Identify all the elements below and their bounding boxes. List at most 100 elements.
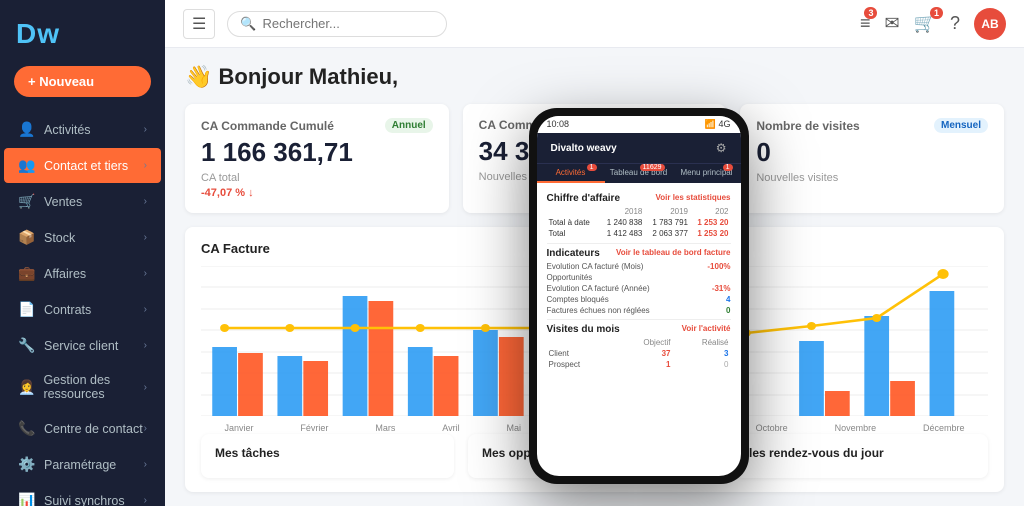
card-sub: Nouvelles visites [756,172,988,184]
x-label: Avril [442,423,459,433]
card-value: 0 [756,137,988,168]
logo-d: D [16,18,37,49]
sidebar-item-suivi-synchros[interactable]: 📊 Suivi synchros › [4,483,161,506]
sidebar-item-label: Stock [44,231,75,245]
sidebar-item-left: 👩‍💼 Gestion des ressources [18,373,144,401]
sidebar-item-contact-et-tiers[interactable]: 👥 Contact et tiers › [4,148,161,183]
sidebar-item-left: 📦 Stock [18,229,75,246]
phone-signal: 📶 4G [705,119,731,130]
phone-overlay: 10:08 📶 4G Divalto weavy ⚙ 1 Activités [529,108,749,484]
chevron-right-icon: › [144,196,147,207]
x-label: Janvier [224,423,253,433]
phone-indicators-title: Indicateurs Voir le tableau de bord fact… [547,248,731,259]
card-value: 1 166 361,71 [201,137,433,168]
card-title: Nombre de visites [756,119,859,133]
sidebar-item-stock[interactable]: 📦 Stock › [4,220,161,255]
sidebar-logo: Dw [0,0,165,60]
help-icon: ? [950,13,960,33]
sidebar-icon: 👥 [18,157,36,174]
sidebar-icon: 👤 [18,121,36,138]
sidebar-item-ventes[interactable]: 🛒 Ventes › [4,184,161,219]
card-title: CA Commande Cumulé [201,119,334,133]
chevron-right-icon: › [144,232,147,243]
sidebar-item-affaires[interactable]: 💼 Affaires › [4,256,161,291]
cart-icon-wrap[interactable]: 🛒 1 [914,13,936,34]
sidebar-item-gestion-des-ressources[interactable]: 👩‍💼 Gestion des ressources › [4,364,161,410]
sidebar-item-label: Ventes [44,195,82,209]
sidebar-item-left: 🔧 Service client [18,337,118,354]
sidebar-item-label: Centre de contact [44,422,143,436]
summary-card-0: CA Commande Cumulé Annuel 1 166 361,71 C… [185,104,449,213]
sidebar-item-service-client[interactable]: 🔧 Service client › [4,328,161,363]
phone-app-header: Divalto weavy ⚙ [537,133,741,163]
card-header: Nombre de visites Mensuel [756,118,988,133]
indicator-row: Comptes bloqués 4 [547,294,731,305]
sidebar-item-label: Contrats [44,303,91,317]
x-label: Mai [507,423,522,433]
phone-visits-link[interactable]: Voir l'activité [682,324,731,335]
header: ☰ 🔍 ≡ 3 ✉ 🛒 1 ? AB [165,0,1024,48]
indicator-row: Opportunités [547,272,731,283]
mail-icon: ✉ [884,13,899,33]
cart-badge: 1 [930,7,943,19]
list-icon-wrap[interactable]: ≡ 3 [860,13,871,34]
chevron-right-icon: › [144,304,147,315]
sidebar-item-left: 👤 Activités [18,121,91,138]
phone-tab-activites[interactable]: 1 Activités [537,164,605,183]
phone-content: Chiffre d'affaire Voir les statistiques … [537,183,741,376]
chevron-right-icon: › [144,160,147,171]
chevron-right-icon: › [144,340,147,351]
phone-settings-icon[interactable]: ⚙ [716,141,727,155]
sidebar-item-left: 📞 Centre de contact [18,420,143,437]
sidebar-item-activités[interactable]: 👤 Activités › [4,112,161,147]
card-badge: Annuel [385,118,433,133]
user-avatar[interactable]: AB [974,8,1006,40]
sidebar-icon: 📄 [18,301,36,318]
phone-status-bar: 10:08 📶 4G [537,116,741,133]
phone-indicators-link[interactable]: Voir le tableau de bord facture [616,248,731,259]
table-row: Total 1 412 483 2 063 377 1 253 20 [547,228,731,239]
card-trend: -47,07 % ↓ [201,187,433,199]
sidebar-item-left: 👥 Contact et tiers [18,157,128,174]
x-label: Novembre [835,423,877,433]
sidebar-icon: 🔧 [18,337,36,354]
sidebar-item-left: 📄 Contrats [18,301,91,318]
tasks-title: Mes tâches [215,446,440,460]
sidebar-item-contrats[interactable]: 📄 Contrats › [4,292,161,327]
header-icons: ≡ 3 ✉ 🛒 1 ? AB [860,8,1006,40]
sidebar-item-centre-de-contact[interactable]: 📞 Centre de contact › [4,411,161,446]
chevron-right-icon: › [144,495,147,506]
sidebar-icon: 📞 [18,420,36,437]
help-icon-wrap[interactable]: ? [950,13,960,34]
chevron-right-icon: › [144,423,147,434]
search-input[interactable] [263,16,423,31]
new-button[interactable]: + Nouveau [14,66,151,97]
table-row: Prospect 1 0 [547,359,731,370]
indicator-row: Evolution CA facturé (Mois) -100% [547,261,731,272]
chevron-right-icon: › [144,459,147,470]
sidebar-item-left: ⚙️ Paramétrage [18,456,116,473]
phone-visits-table: Objectif Réalisé Client 37 3 Prosp [547,337,731,370]
sidebar-item-label: Affaires [44,267,86,281]
x-label: Décembre [923,423,965,433]
phone-ca-link[interactable]: Voir les statistiques [656,193,731,204]
phone-tab-tableau[interactable]: 11629 Tableau de bord [605,164,673,183]
search-icon: 🔍 [240,16,256,32]
sidebar-item-label: Suivi synchros [44,494,125,506]
phone-tab-badge-1: 1 [587,164,597,171]
sidebar-item-label: Service client [44,339,118,353]
sidebar-nav: 👤 Activités › 👥 Contact et tiers › 🛒 Ven… [0,111,165,506]
sidebar-item-label: Activités [44,123,91,137]
sidebar-icon: 🛒 [18,193,36,210]
indicator-row: Evolution CA facturé (Année) -31% [547,283,731,294]
x-label: Octobre [756,423,788,433]
card-badge: Mensuel [934,118,988,133]
menu-toggle-button[interactable]: ☰ [183,9,215,39]
search-bar: 🔍 [227,11,447,37]
mail-icon-wrap[interactable]: ✉ [884,13,899,34]
sidebar-icon: 📦 [18,229,36,246]
card-sub: CA total [201,172,433,184]
appointments-title: les rendez-vous du jour [749,446,974,460]
phone-tab-menu[interactable]: 1 Menu principal [673,164,741,183]
sidebar-item-paramétrage[interactable]: ⚙️ Paramétrage › [4,447,161,482]
